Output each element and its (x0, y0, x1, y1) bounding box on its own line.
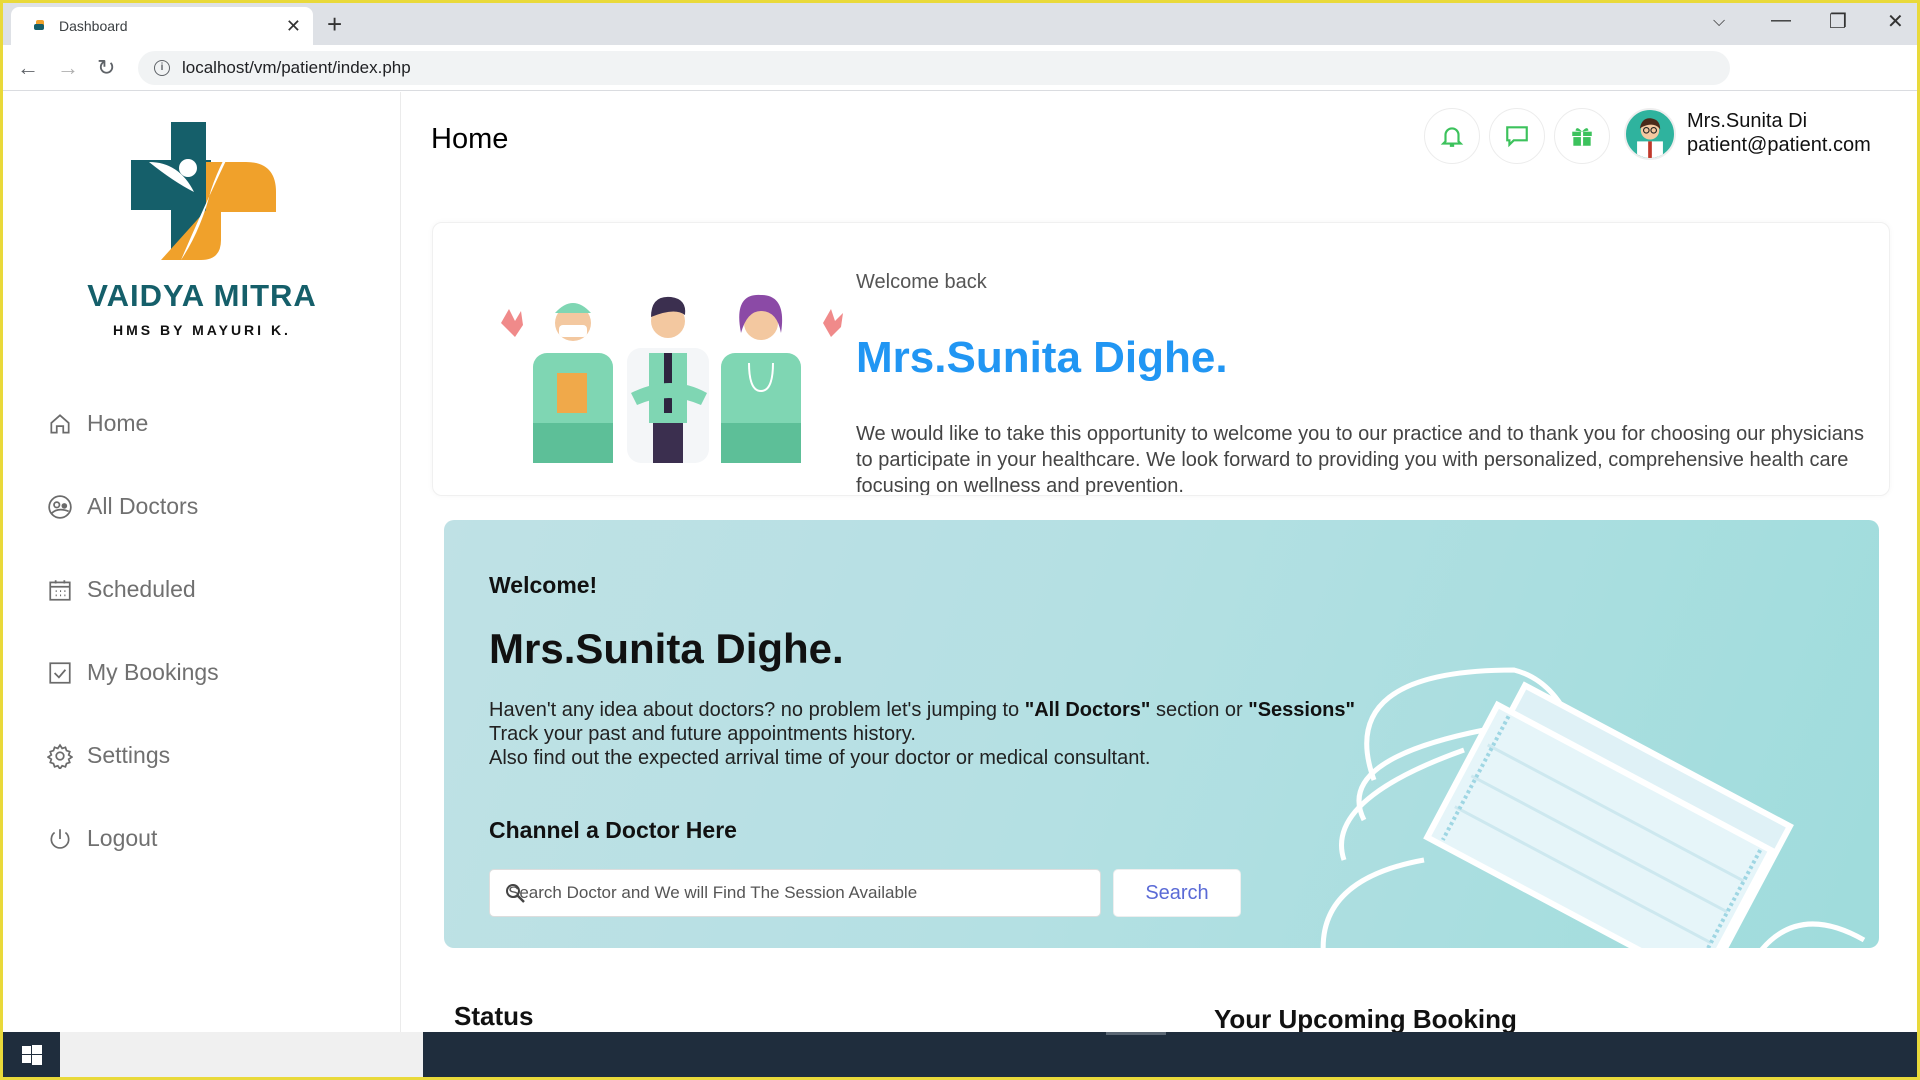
calendar-icon (49, 579, 71, 601)
welcome-back-label: Welcome back (856, 271, 987, 293)
status-heading: Status (454, 1001, 534, 1031)
promo-line1-mid: section or (1150, 699, 1249, 721)
sidebar-item-scheduled[interactable]: Scheduled (47, 548, 219, 631)
browser-toolbar: ← → ↻ i localhost/vm/patient/index.php (3, 45, 1917, 91)
forward-icon[interactable]: → (57, 55, 79, 81)
brand-name: VAIDYA MITRA (87, 278, 317, 313)
address-bar[interactable]: i localhost/vm/patient/index.php (138, 51, 1730, 85)
sessions-link: "Sessions" (1248, 699, 1356, 721)
chat-icon (1506, 126, 1528, 148)
new-tab-icon[interactable]: + (327, 9, 342, 40)
sidebar-item-label: Home (87, 410, 149, 436)
home-icon (50, 413, 70, 434)
promo-user-name: Mrs.Sunita Dighe. (489, 625, 844, 672)
browser-tab[interactable]: Dashboard ✕ (11, 7, 313, 45)
back-icon[interactable]: ← (17, 55, 39, 81)
promo-welcome-label: Welcome! (489, 572, 598, 598)
notifications-button[interactable] (1424, 108, 1480, 164)
info-icon[interactable]: i (154, 60, 170, 76)
browser-window: Dashboard ✕ + ⌵ — ❐ ✕ ← → ↻ i localhost/… (3, 3, 1917, 1077)
promo-description: Haven't any idea about doctors? no probl… (489, 698, 1355, 770)
search-button[interactable]: Search (1113, 869, 1241, 917)
promo-line3: Also find out the expected arrival time … (489, 747, 1151, 769)
gear-icon (47, 743, 73, 769)
search-icon (506, 884, 525, 903)
sidebar-item-label: Scheduled (87, 576, 196, 602)
url-text[interactable]: localhost/vm/patient/index.php (182, 58, 411, 78)
close-tab-icon[interactable]: ✕ (286, 16, 301, 37)
windows-icon (21, 1044, 42, 1065)
tab-title: Dashboard (59, 18, 128, 34)
sidebar-item-settings[interactable]: Settings (47, 714, 219, 797)
power-icon (50, 828, 70, 849)
sidebar-item-label: All Doctors (87, 493, 199, 519)
main-content: Home Mrs.Sunita Di patient@patient.com W… (402, 92, 1917, 1034)
close-window-icon[interactable]: ✕ (1887, 9, 1904, 34)
taskbar-search-box[interactable] (60, 1032, 423, 1077)
gift-icon (1572, 128, 1592, 146)
sidebar-item-home[interactable]: Home (47, 382, 219, 465)
doctor-avatar-icon (1637, 118, 1663, 158)
logo-icon (131, 122, 276, 260)
channel-doctor-title: Channel a Doctor Here (489, 817, 737, 843)
sidebar-item-label: Settings (87, 742, 171, 768)
sidebar-menu: Home All Doctors Scheduled My Bookings S… (47, 382, 219, 880)
avatar[interactable] (1624, 108, 1676, 160)
sidebar: VAIDYA MITRA HMS BY MAYURI K. Home All D… (3, 92, 401, 1032)
promo-line1-text: Haven't any idea about doctors? no probl… (489, 699, 1025, 721)
tab-strip: Dashboard ✕ + ⌵ — ❐ ✕ (3, 3, 1917, 45)
channel-doctor-banner: Welcome! Mrs.Sunita Dighe. Haven't any i… (444, 520, 1879, 948)
sidebar-item-my-bookings[interactable]: My Bookings (47, 631, 219, 714)
start-button[interactable] (3, 1032, 60, 1077)
welcome-user-name: Mrs.Sunita Dighe. (856, 333, 1228, 382)
favicon-icon (33, 19, 47, 33)
welcome-message: We would like to take this opportunity t… (856, 423, 1864, 496)
reload-icon[interactable]: ↻ (97, 55, 115, 81)
gifts-button[interactable] (1554, 108, 1610, 164)
doctors-icon (48, 494, 72, 519)
promo-line2: Track your past and future appointments … (489, 723, 916, 745)
doctor-search-input[interactable] (489, 869, 1101, 917)
medical-staff-illustration (501, 294, 843, 463)
taskbar (3, 1032, 1917, 1077)
upcoming-booking-heading: Your Upcoming Booking (1214, 1004, 1517, 1034)
taskbar-app-indicator[interactable] (1106, 1032, 1166, 1035)
welcome-card: Welcome back Mrs.Sunita Dighe. We would … (432, 222, 1890, 496)
page-title: Home (431, 123, 509, 155)
sidebar-item-label: Logout (87, 825, 158, 851)
sidebar-item-label: My Bookings (87, 659, 219, 685)
minimize-icon[interactable]: — (1771, 9, 1791, 32)
tab-search-icon[interactable]: ⌵ (1713, 13, 1725, 31)
user-name: Mrs.Sunita Di (1687, 110, 1808, 132)
restore-icon[interactable]: ❐ (1829, 9, 1847, 34)
messages-button[interactable] (1489, 108, 1545, 164)
all-doctors-link: "All Doctors" (1024, 699, 1151, 721)
brand-subtitle: HMS BY MAYURI K. (113, 322, 291, 338)
user-email: patient@patient.com (1687, 134, 1871, 156)
sidebar-item-all-doctors[interactable]: All Doctors (47, 465, 219, 548)
bell-icon (1440, 127, 1464, 147)
sidebar-item-logout[interactable]: Logout (47, 797, 219, 880)
checkbox-icon (49, 661, 71, 684)
